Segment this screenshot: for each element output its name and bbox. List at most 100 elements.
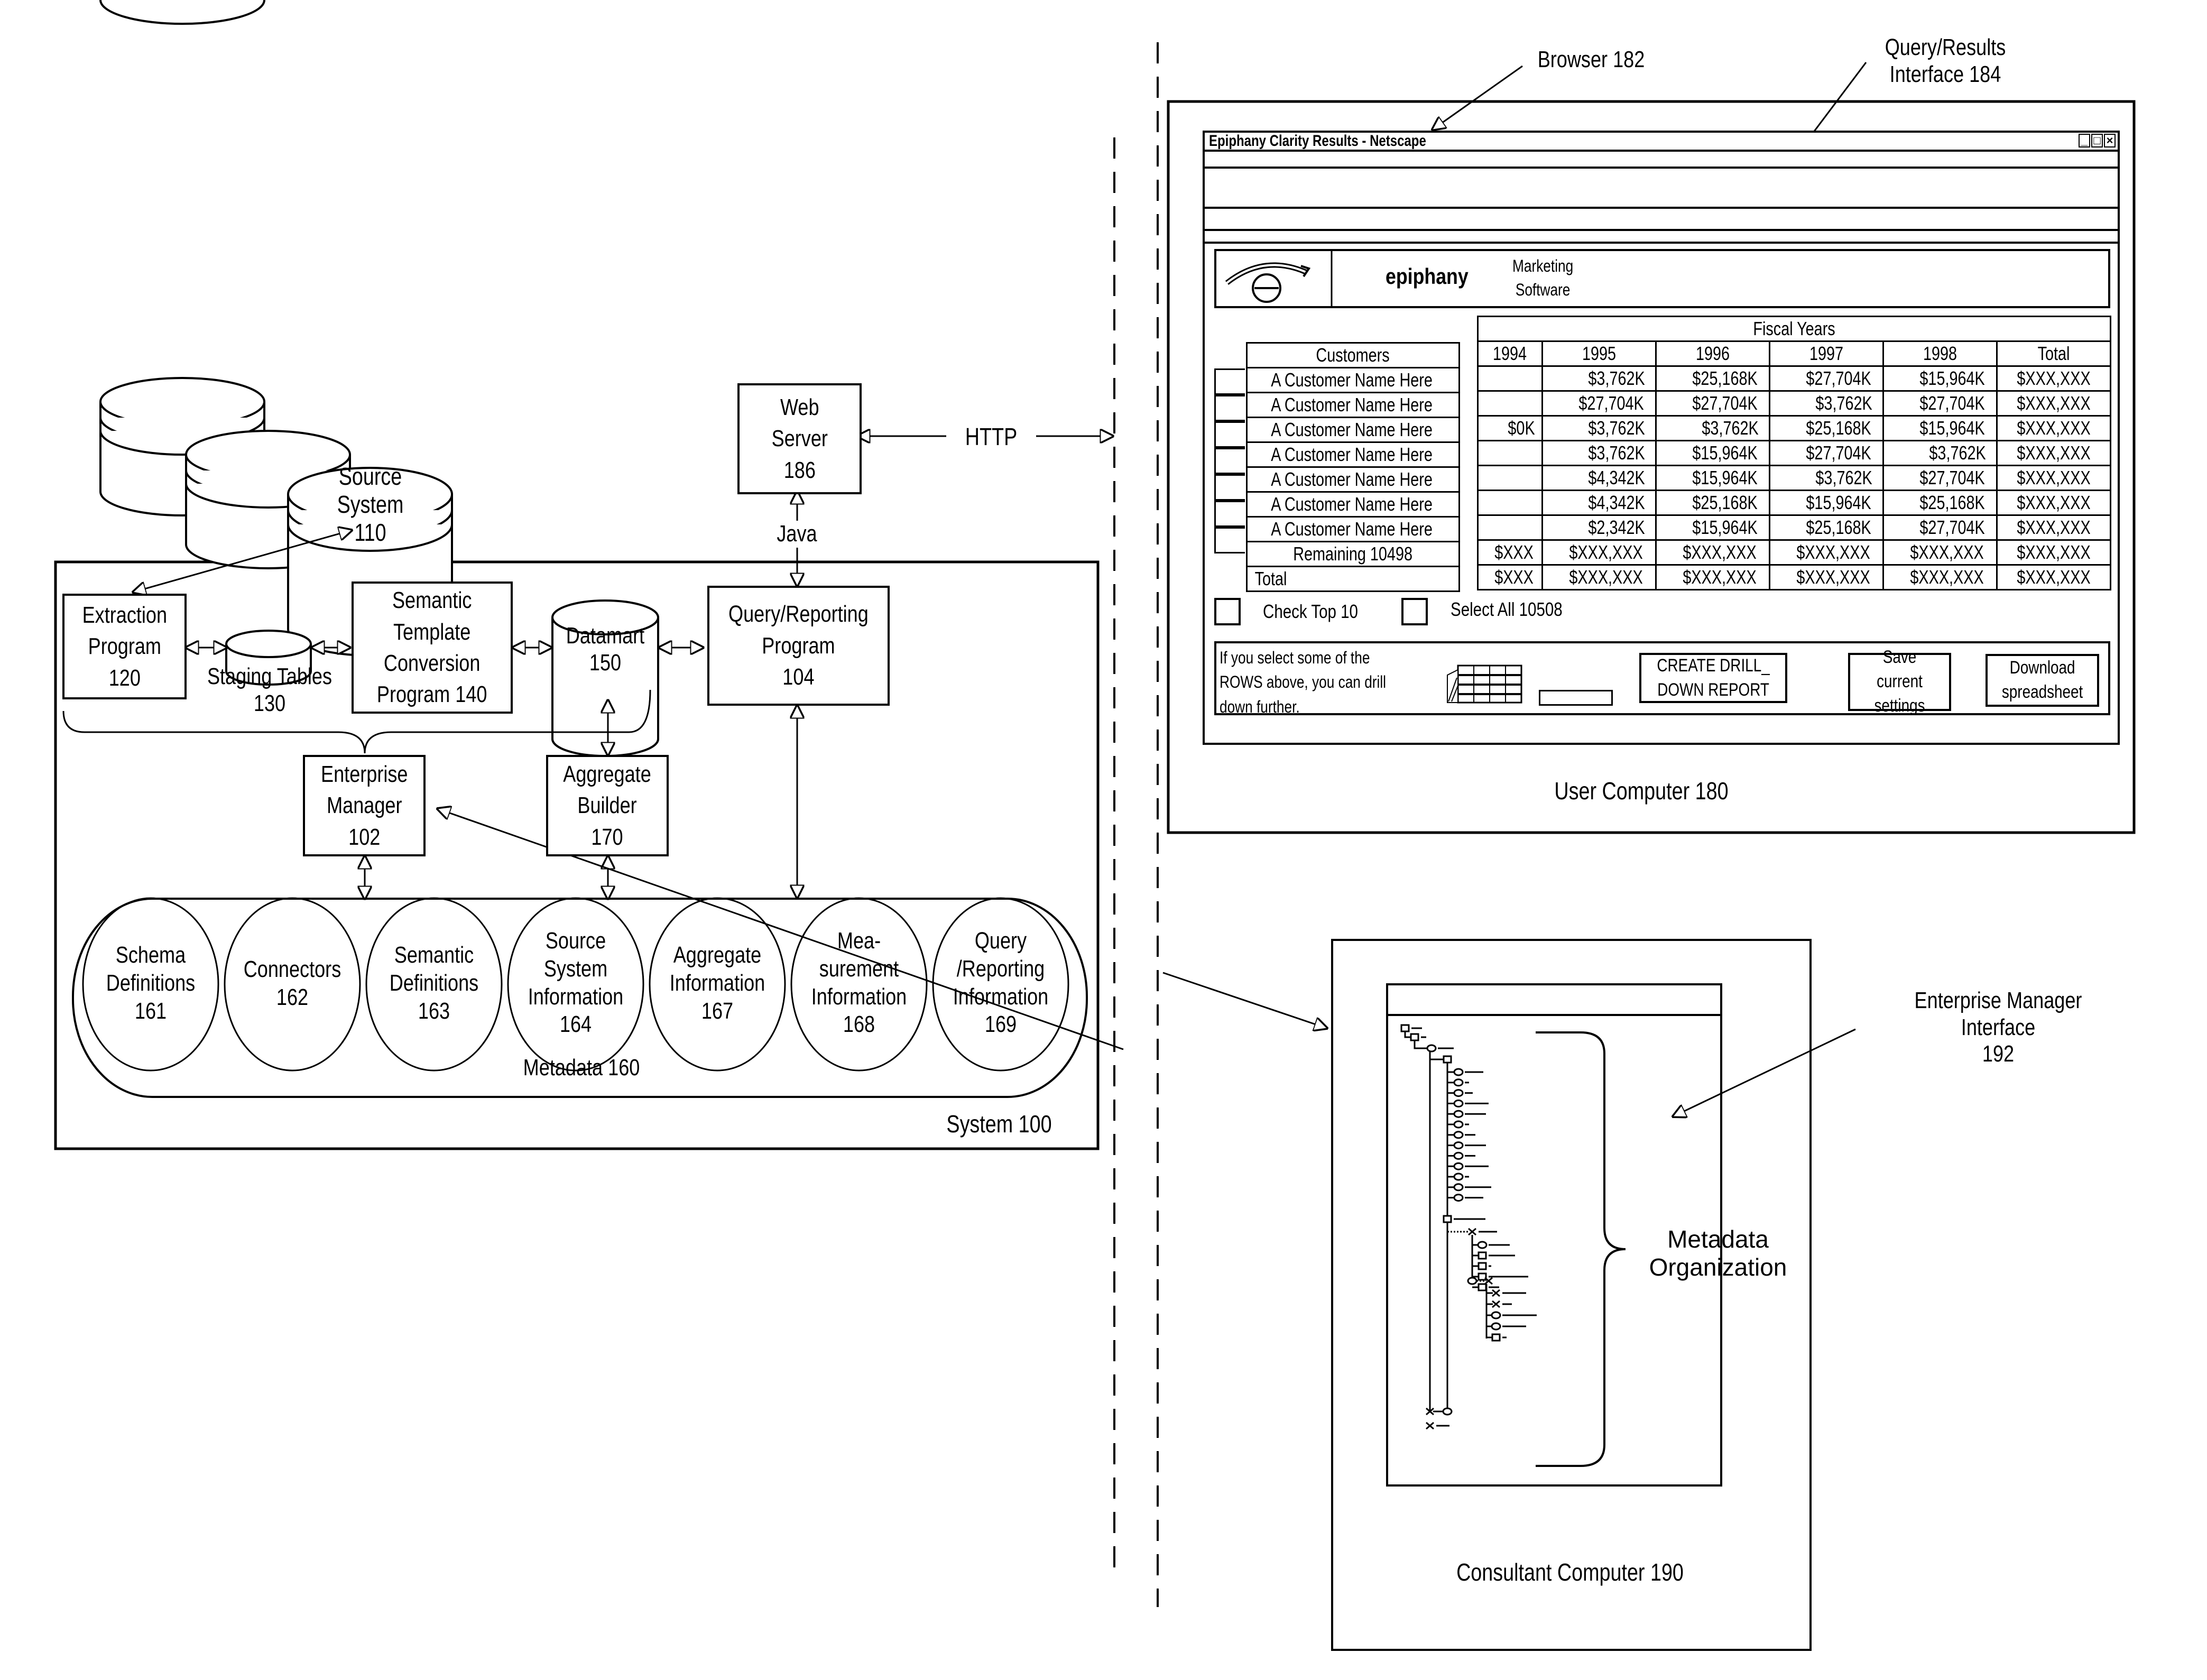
tree-excluded-icon (1492, 1300, 1500, 1308)
remaining-row: Remaining 10498 (1246, 541, 1460, 567)
tree-folder-icon (1410, 1033, 1419, 1041)
value-cell: $XXX,XXX (1882, 539, 1998, 566)
tree-folder-icon (1400, 1024, 1410, 1032)
metadata-item-4[interactable]: Source System Information 164 (522, 927, 630, 1039)
close-icon[interactable]: × (2104, 134, 2116, 147)
row-select-box[interactable] (1214, 448, 1245, 474)
value-cell: $25,168K (1768, 415, 1884, 441)
aggregate-builder-170[interactable]: Aggregate Builder 170 (546, 755, 669, 856)
value-cell: $XXX,XXX (1882, 564, 1998, 590)
row-select-box[interactable] (1214, 527, 1245, 553)
value-cell: $27,704K (1655, 390, 1770, 417)
value-row: $XXX $XXX,XXX $XXX,XXX $XXX,XXX $XXX,XXX $XXX… (1477, 539, 2112, 566)
tree-excluded-icon (1492, 1289, 1500, 1297)
tree-folder-icon (1478, 1272, 1487, 1281)
create-drill-down-report-button[interactable]: CREATE DRILL_ DOWN REPORT (1639, 653, 1787, 703)
menu-bar[interactable] (1205, 152, 2118, 169)
row-select-box[interactable] (1214, 395, 1245, 421)
value-cell: $XXX,XXX (1996, 564, 2112, 590)
metadata-item-7[interactable]: Query /Reporting Information 169 (947, 927, 1055, 1039)
value-cell: $15,964K (1655, 514, 1770, 541)
download-spreadsheet-button[interactable]: Download spreadsheet (1986, 654, 2099, 707)
customer-row[interactable]: A Customer Name Here (1246, 441, 1460, 468)
web-server-label: Web Server 186 (771, 394, 828, 483)
value-cell: $XXX,XXX (1541, 564, 1657, 590)
select-all-checkbox[interactable] (1401, 598, 1428, 625)
fiscal-years-group-row: Fiscal Years (1477, 316, 2111, 342)
enterprise-manager-102[interactable]: Enterprise Manager 102 (303, 755, 426, 856)
metadata-item-1[interactable]: Schema Definitions 161 (97, 941, 205, 1025)
value-cell (1477, 440, 1543, 466)
tree-node-icon (1453, 1183, 1464, 1192)
minimize-icon[interactable]: _ (2079, 134, 2090, 147)
value-cell: $XXX,XXX (1996, 440, 2112, 466)
header-row: Customers (1246, 342, 1460, 368)
value-cell: $15,964K (1655, 440, 1770, 466)
year-column-header: 1994 (1477, 340, 1543, 367)
metadata-item-5[interactable]: Aggregate Information 167 (663, 941, 772, 1025)
toolbar[interactable] (1205, 169, 2118, 209)
tree-node-icon (1453, 1194, 1464, 1202)
location-bar[interactable] (1205, 209, 2118, 231)
value-cell: $27,704K (1768, 440, 1884, 466)
tree-node-icon (1426, 1044, 1437, 1053)
arrow-dashline-consultant (1162, 972, 1327, 1028)
row-select-box[interactable] (1214, 474, 1245, 501)
value-cell: $27,704K (1882, 390, 1998, 417)
extraction-program-120[interactable]: Extraction Program 120 (62, 594, 187, 699)
query-results-interface-184-callout: Query/Results Interface 184 (1885, 34, 2006, 87)
maximize-icon[interactable]: □ (2091, 134, 2103, 147)
customer-name: A Customer Name Here (1246, 516, 1460, 542)
browser-title: Epiphany Clarity Results - Netscape (1209, 132, 1426, 150)
fiscal-years-header: Fiscal Years (1477, 316, 2111, 342)
semantic-template-conversion-program-140[interactable]: Semantic Template Conversion Program 140 (352, 581, 513, 714)
save-current-settings-button[interactable]: Save current settings (1848, 647, 1951, 716)
metadata-item-2[interactable]: Connectors 162 (238, 956, 347, 1012)
row-select-box[interactable] (1214, 501, 1245, 527)
customer-row[interactable]: A Customer Name Here (1246, 466, 1460, 493)
customer-name: A Customer Name Here (1246, 367, 1460, 393)
extraction-program-label: Extraction Program 120 (82, 602, 167, 691)
browser-window: Epiphany Clarity Results - Netscape _ □ … (1203, 131, 2120, 745)
tree-excluded-icon (1468, 1227, 1476, 1236)
value-cell: $15,964K (1655, 465, 1770, 491)
metadata-item-6[interactable]: Mea- surement Information 168 (805, 927, 913, 1039)
total-row: Total (1246, 566, 1460, 592)
year-column-header: 1997 (1768, 340, 1884, 367)
value-cell: $3,762K (1541, 415, 1657, 441)
drill-input[interactable] (1539, 690, 1613, 706)
tree-node-icon (1453, 1120, 1464, 1129)
browser-182-callout: Browser 182 (1537, 47, 1645, 72)
year-column-header: Total (1996, 340, 2112, 367)
row-select-box[interactable] (1214, 368, 1245, 395)
year-column-header: 1996 (1655, 340, 1770, 367)
value-row: $4,342K $25,168K $15,964K $25,168K $XXX,XXX (1477, 490, 2112, 516)
customer-row[interactable]: A Customer Name Here (1246, 367, 1460, 393)
value-cell: $25,168K (1882, 490, 1998, 516)
customers-table: Customers A Customer Name Here A Customer … (1246, 342, 1460, 592)
status-strip (1205, 231, 2118, 244)
staging-tables-label: Staging Tables 130 (207, 663, 333, 716)
customer-row[interactable]: A Customer Name Here (1246, 392, 1460, 418)
value-cell (1477, 465, 1543, 491)
user-computer-180-label: User Computer 180 (1554, 777, 1729, 805)
check-top-10-checkbox[interactable] (1214, 598, 1241, 625)
source-system-cylinders (99, 0, 453, 657)
metadata-organization-brace (1536, 1031, 1626, 1467)
aggregate-builder-label: Aggregate Builder 170 (563, 761, 652, 850)
web-server-186[interactable]: Web Server 186 (737, 383, 862, 494)
tree-folder-icon (1443, 1055, 1452, 1064)
query-reporting-program-104[interactable]: Query/Reporting Program 104 (707, 586, 890, 706)
value-cell: $25,168K (1768, 514, 1884, 541)
value-cell: $XXX (1477, 539, 1543, 566)
row-select-box[interactable] (1214, 421, 1245, 448)
customer-row[interactable]: A Customer Name Here (1246, 516, 1460, 542)
select-all-label: Select All 10508 (1451, 598, 1563, 620)
metadata-item-3[interactable]: Semantic Definitions 163 (380, 941, 488, 1025)
value-cell: $XXX,XXX (1768, 564, 1884, 590)
customer-row[interactable]: A Customer Name Here (1246, 417, 1460, 443)
value-cell: $3,762K (1768, 465, 1884, 491)
customer-row[interactable]: A Customer Name Here (1246, 491, 1460, 518)
consultant-computer-190-frame (1331, 939, 1812, 1651)
value-cell: $27,704K (1882, 465, 1998, 491)
